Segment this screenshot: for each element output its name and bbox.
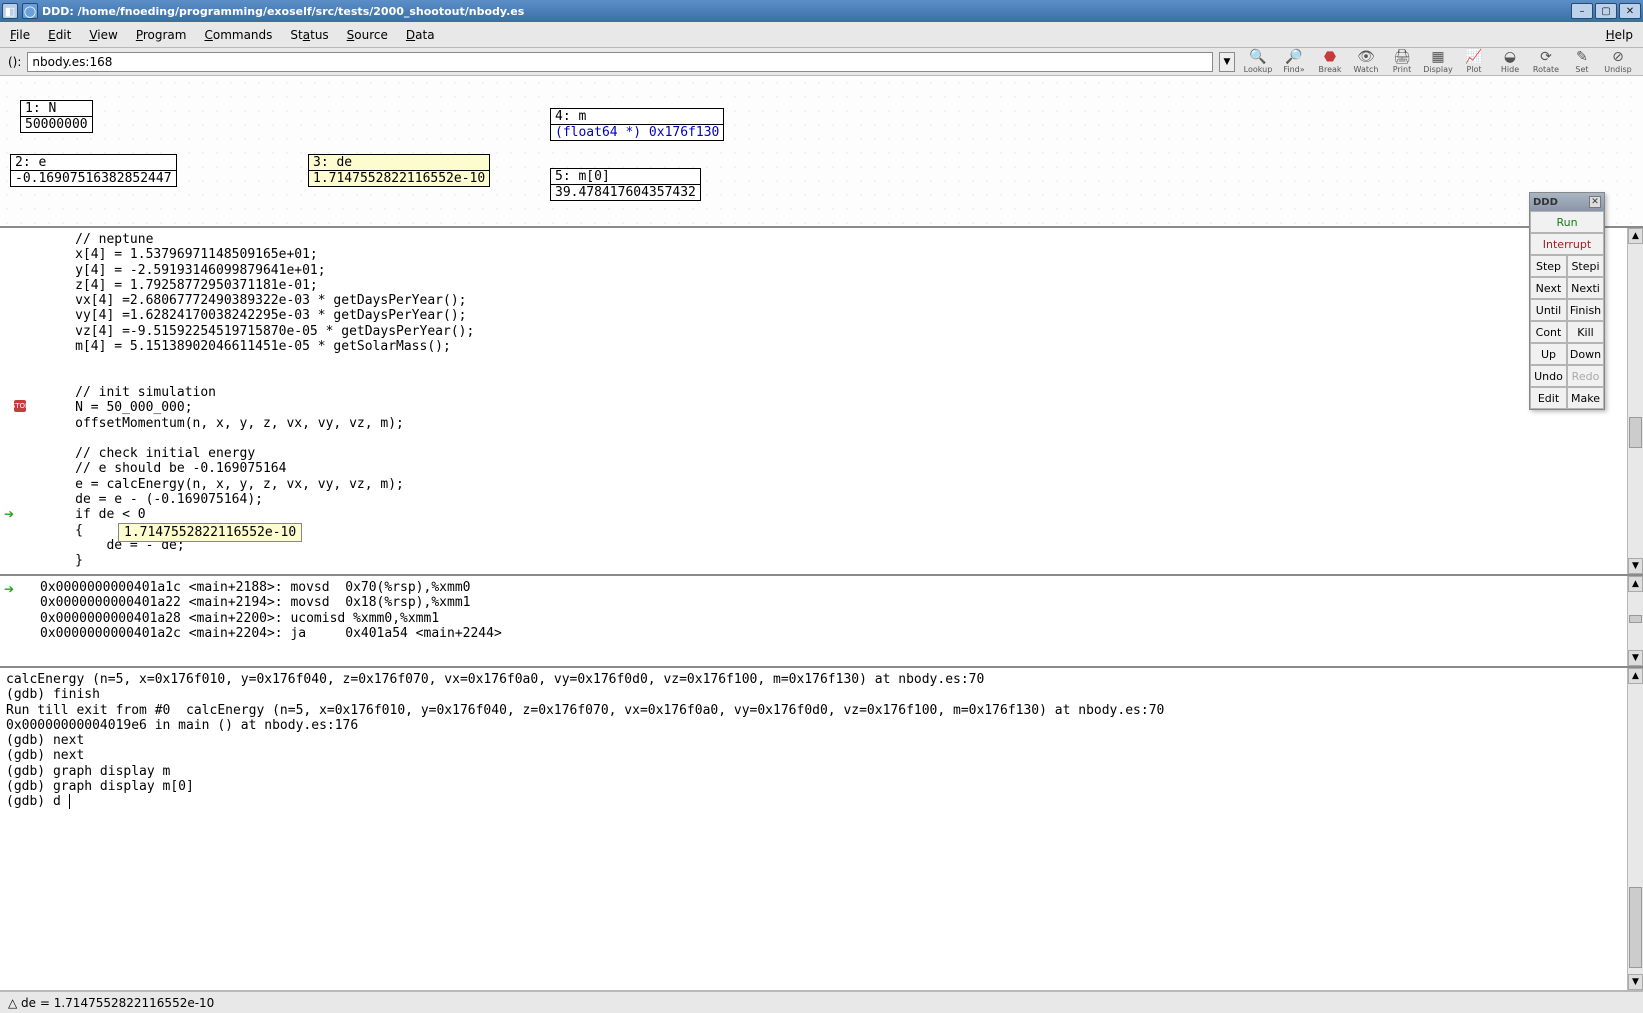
scroll-thumb[interactable] [1629,887,1642,968]
argument-bar: (): ▼ 🔍Lookup🔎Find»⬣Break👁Watch🖨Print▦Di… [0,48,1643,76]
arg-label: (): [8,55,21,69]
scroll-thumb[interactable] [1629,615,1642,623]
value-tooltip: 1.7147552822116552e-10 [118,523,302,542]
scroll-down-icon[interactable]: ▼ [1628,650,1643,666]
display-value: 1.7147552822116552e-10 [309,171,489,186]
run-button[interactable]: Run [1530,211,1604,233]
menu-source[interactable]: Source [347,28,388,42]
make-button[interactable]: Make [1567,387,1604,409]
display-title: 1: N [21,101,92,117]
status-bar: △ de = 1.7147552822116552e-10 [0,991,1643,1013]
finish-button[interactable]: Finish [1567,299,1604,321]
display-value: -0.16907516382852447 [11,171,176,186]
menu-view[interactable]: View [89,28,117,42]
asm-scrollbar[interactable]: ▲ ▼ [1627,576,1643,666]
scroll-track[interactable] [1628,684,1643,974]
display-value: (float64 *) 0x176f130 [551,125,723,140]
menu-program[interactable]: Program [136,28,187,42]
gdb-console: calcEnergy (n=5, x=0x176f010, y=0x176f04… [0,668,1643,991]
app-icon-2: ◯ [22,3,38,19]
asm-pane: ➔ 0x0000000000401a1c <main+2188>: movsd … [0,576,1643,668]
caret [61,794,70,809]
undisp-icon: ⊘ [1612,49,1624,65]
find-icon: 🔎 [1285,49,1302,65]
plot-icon: 📈 [1465,49,1482,65]
undo-button[interactable]: Undo [1530,365,1567,387]
window-title: DDD: /home/fnoeding/programming/exoself/… [42,5,1571,18]
display-title: 2: e [11,155,176,171]
current-line-arrow-icon: ➔ [4,507,14,521]
menu-commands[interactable]: Commands [204,28,272,42]
ctrl-panel-title[interactable]: DDD ✕ [1530,193,1604,211]
console-text[interactable]: calcEnergy (n=5, x=0x176f010, y=0x176f04… [0,668,1643,990]
ctrl-close-icon[interactable]: ✕ [1589,196,1601,208]
display-icon: ▦ [1431,49,1444,65]
scroll-track[interactable] [1628,592,1643,650]
source-gutter: STOP ➔ [0,228,36,574]
redo-button[interactable]: Redo [1567,365,1604,387]
step-button[interactable]: Step [1530,255,1567,277]
scroll-track[interactable] [1628,244,1643,558]
display-title: 4: m [551,109,723,125]
up-button[interactable]: Up [1530,343,1567,365]
display-d2[interactable]: 2: e-0.16907516382852447 [10,154,177,187]
scroll-down-icon[interactable]: ▼ [1628,974,1643,990]
ctrl-title-text: DDD [1533,197,1558,208]
interrupt-button[interactable]: Interrupt [1530,233,1604,255]
print-icon: 🖨 [1393,49,1411,65]
nexti-button[interactable]: Nexti [1567,277,1604,299]
rotate-icon: ⟳ [1540,49,1552,65]
display-title: 5: m[0] [551,169,700,185]
asm-text[interactable]: 0x0000000000401a1c <main+2188>: movsd 0x… [36,576,1643,666]
edit-button[interactable]: Edit [1530,387,1567,409]
menu-edit[interactable]: Edit [48,28,71,42]
set-icon: ✎ [1576,49,1588,65]
cont-button[interactable]: Cont [1530,321,1567,343]
minimize-button[interactable]: – [1571,3,1593,19]
menu-help[interactable]: Help [1606,28,1633,42]
until-button[interactable]: Until [1530,299,1567,321]
menu-file[interactable]: File [10,28,30,42]
menu-data[interactable]: Data [406,28,435,42]
source-text[interactable]: // neptune x[4] = 1.53796971148509165e+0… [36,228,1643,574]
window-titlebar: ◧ ◯ DDD: /home/fnoeding/programming/exos… [0,0,1643,22]
display-value: 39.478417604357432 [551,185,700,200]
display-d1[interactable]: 1: N50000000 [20,100,93,133]
display-title: 3: de [309,155,489,171]
source-scrollbar[interactable]: ▲ ▼ [1627,228,1643,574]
scroll-up-icon[interactable]: ▲ [1628,228,1643,244]
hide-icon: ◒ [1504,49,1516,65]
display-value: 50000000 [21,117,92,132]
status-text: △ de = 1.7147552822116552e-10 [8,996,214,1010]
display-d5[interactable]: 5: m[0]39.478417604357432 [550,168,701,201]
kill-button[interactable]: Kill [1567,321,1604,343]
data-display-area[interactable]: 1: N50000000 2: e-0.16907516382852447 3: d… [0,76,1643,228]
display-d4[interactable]: 4: m(float64 *) 0x176f130 [550,108,724,141]
maximize-button[interactable]: ▢ [1595,3,1617,19]
display-d3[interactable]: 3: de1.7147552822116552e-10 [308,154,490,187]
scroll-up-icon[interactable]: ▲ [1628,668,1643,684]
down-button[interactable]: Down [1567,343,1604,365]
lookup-icon: 🔍 [1249,49,1266,65]
scroll-thumb[interactable] [1629,417,1642,448]
scroll-down-icon[interactable]: ▼ [1628,558,1643,574]
break-icon: ⬣ [1324,49,1336,65]
pc-arrow-icon: ➔ [4,582,14,596]
source-pane: STOP ➔ // neptune x[4] = 1.53796971148509… [0,228,1643,576]
command-tool-panel[interactable]: DDD ✕ Run Interrupt StepStepi NextNexti … [1529,192,1605,410]
close-window-button[interactable]: ✕ [1619,3,1641,19]
menu-status[interactable]: Status [290,28,328,42]
breakpoint-icon[interactable]: STOP [14,400,26,412]
arg-dropdown[interactable]: ▼ [1219,52,1235,72]
console-scrollbar[interactable]: ▲ ▼ [1627,668,1643,990]
stepi-button[interactable]: Stepi [1567,255,1604,277]
app-icon: ◧ [2,3,18,19]
asm-gutter: ➔ [0,576,36,666]
arg-input[interactable] [27,52,1213,72]
watch-icon: 👁 [1357,49,1375,65]
next-button[interactable]: Next [1530,277,1567,299]
scroll-up-icon[interactable]: ▲ [1628,576,1643,592]
